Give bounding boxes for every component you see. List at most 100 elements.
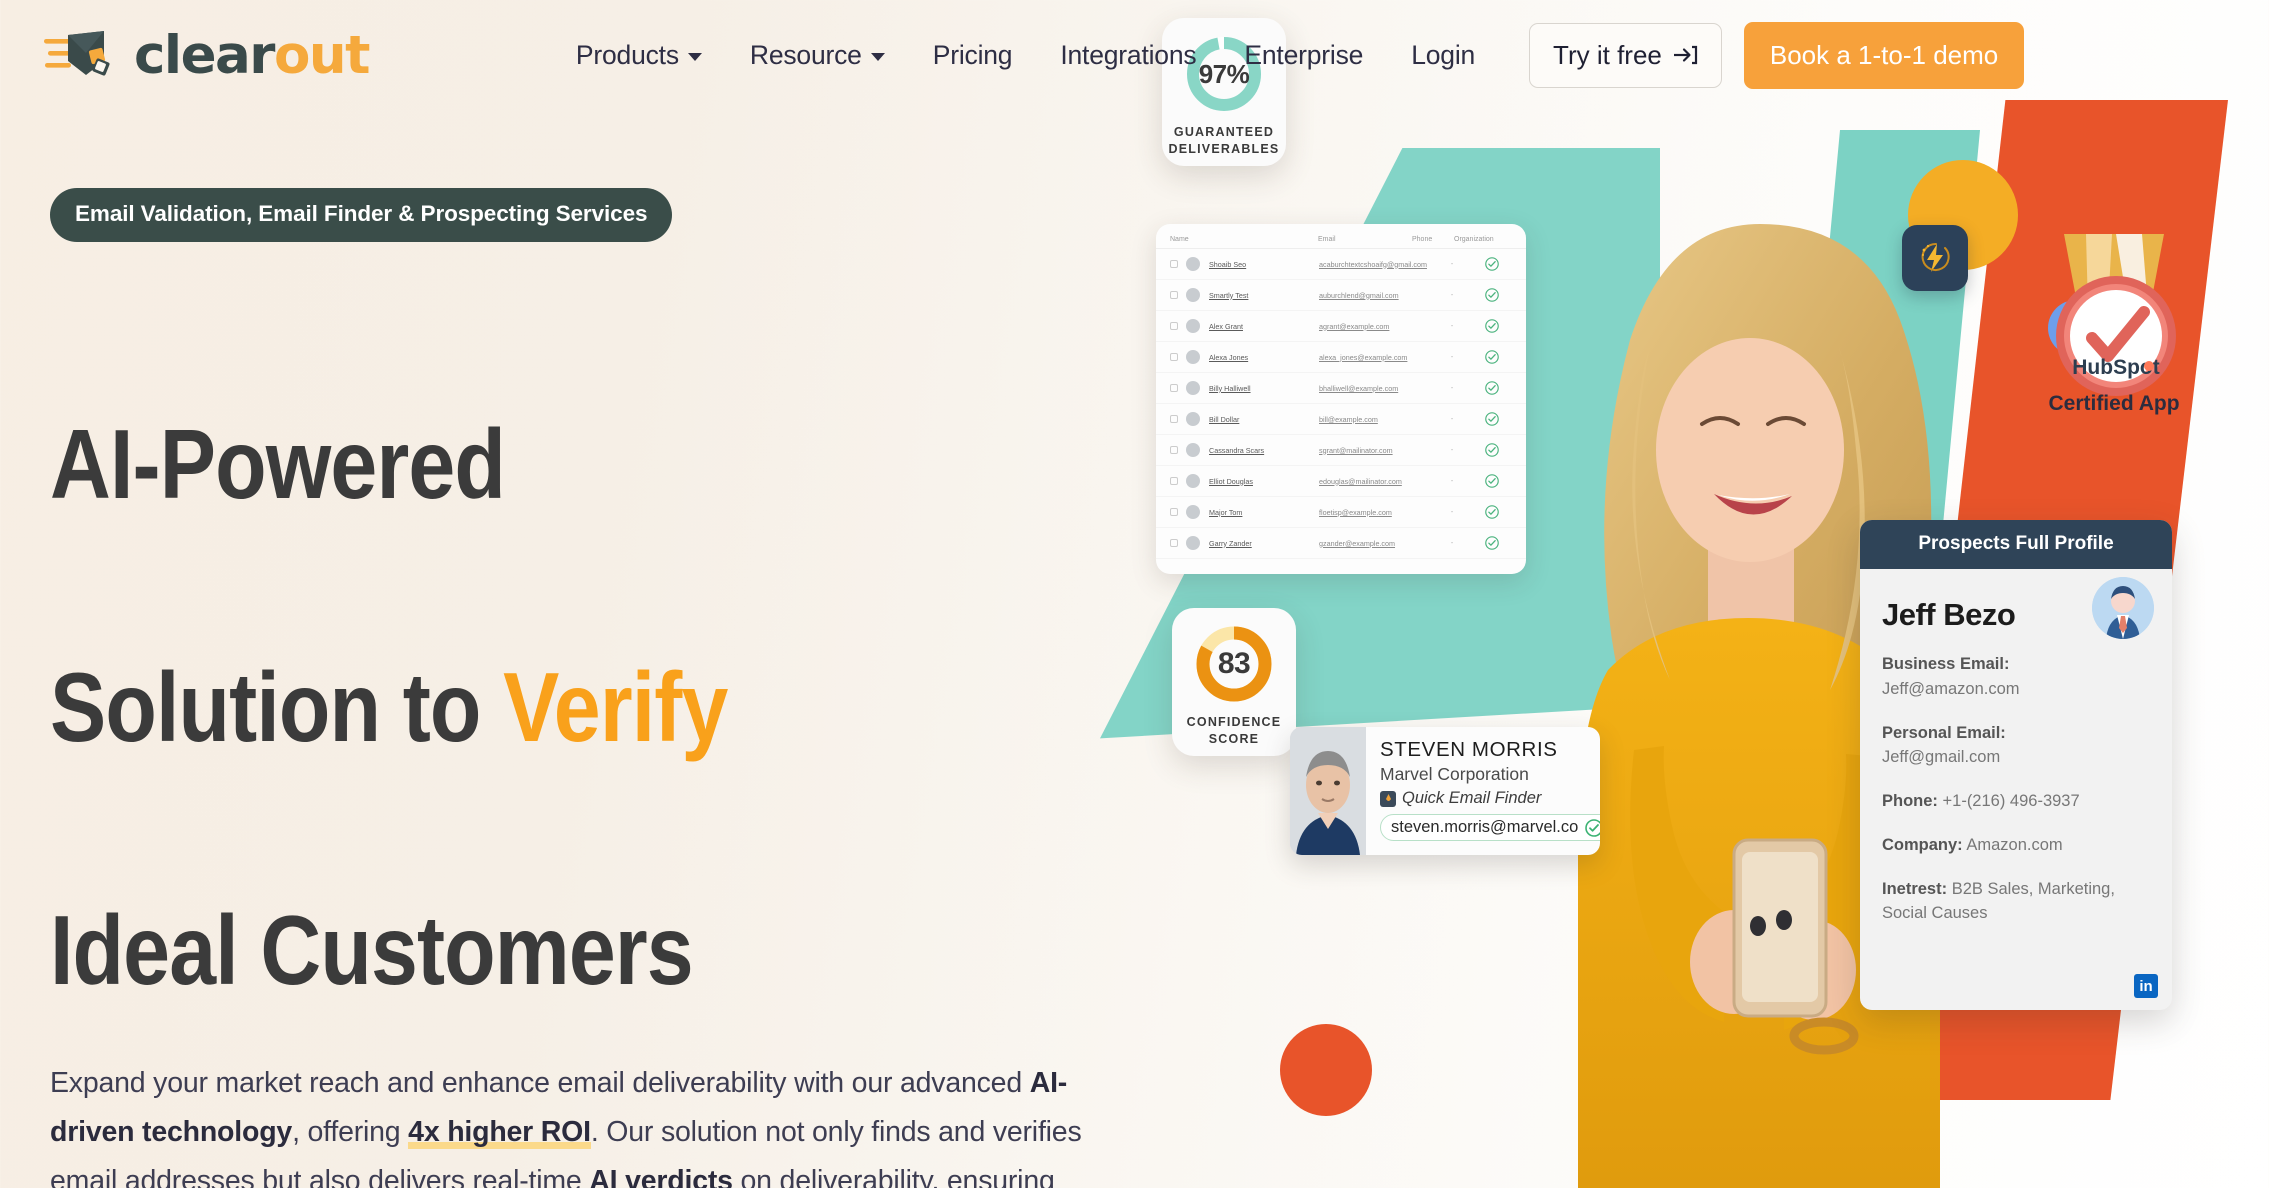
headline-line-2-pre: Solution to: [50, 651, 504, 762]
avatar: [1186, 474, 1200, 488]
row-checkbox[interactable]: [1170, 384, 1178, 392]
lightning-bolt-icon: [1921, 242, 1950, 272]
table-row[interactable]: Elliot Douglas edouglas@mailinator.com -: [1156, 466, 1526, 497]
red-circle-shape: [1280, 1024, 1372, 1116]
hero-paragraph: Expand your market reach and enhance ema…: [50, 1059, 1115, 1188]
row-checkbox[interactable]: [1170, 322, 1178, 330]
email-list-table-card: Name Email Phone Organization Shoaib Seo…: [1156, 224, 1526, 574]
table-row[interactable]: Cassandra Scars sgrant@mailinator.com -: [1156, 435, 1526, 466]
prospect-field: Business Email: Jeff@amazon.com: [1882, 652, 2150, 702]
col-name: Name: [1170, 236, 1189, 243]
table-row[interactable]: Alexa Jones alexa_jones@example.com -: [1156, 342, 1526, 373]
row-checkbox[interactable]: [1170, 291, 1178, 299]
row-checkbox[interactable]: [1170, 508, 1178, 516]
row-name: Alex Grant: [1209, 321, 1243, 331]
arrow-right-to-bracket-icon: [1673, 45, 1697, 65]
table-row[interactable]: Billy Halliwell bhalliwell@example.com -: [1156, 373, 1526, 404]
table-row[interactable]: Bill Dollar bill@example.com -: [1156, 404, 1526, 435]
row-checkbox[interactable]: [1170, 260, 1178, 268]
para-seg-2: , offering: [292, 1116, 409, 1149]
businessman-avatar-icon: [2092, 577, 2154, 639]
row-checkbox[interactable]: [1170, 353, 1178, 361]
nav-label: Resource: [749, 39, 862, 70]
row-checkbox[interactable]: [1170, 539, 1178, 547]
nav-label: Enterprise: [1244, 39, 1364, 70]
avatar: [1186, 350, 1200, 364]
ai-bolt-badge: [1902, 225, 1968, 291]
row-phone: -: [1450, 446, 1454, 454]
book-demo-button[interactable]: Book a 1-to-1 demo: [1743, 21, 2025, 89]
col-email: Email: [1318, 236, 1336, 243]
check-circle-icon: [1585, 818, 1600, 837]
check-circle-icon: [1485, 412, 1499, 426]
row-phone: -: [1450, 539, 1454, 547]
row-phone: -: [1450, 508, 1454, 516]
row-name: Alexa Jones: [1209, 352, 1249, 362]
row-phone: -: [1450, 322, 1454, 330]
nav-item-resource[interactable]: Resource: [726, 30, 909, 81]
prospect-fields: Business Email: Jeff@amazon.com Personal E…: [1882, 652, 2150, 926]
table-row[interactable]: Major Tom floetisp@example.com -: [1156, 497, 1526, 528]
nav-item-products[interactable]: Products: [552, 30, 726, 81]
person-photo: [1290, 727, 1366, 855]
para-seg-1: Expand your market reach and enhance ema…: [50, 1067, 1030, 1100]
prospects-full-profile-card: Prospects Full Profile Jeff Bezo Busines…: [1860, 520, 2172, 1010]
quick-finder-info: STEVEN MORRIS Marvel Corporation Quick E…: [1366, 727, 1600, 855]
check-circle-icon: [1485, 443, 1499, 457]
avatar: [1186, 288, 1200, 302]
check-circle-icon: [1485, 257, 1499, 271]
site-header: clearout Products Resource Pricing Integ…: [0, 0, 2269, 110]
row-name: Shoaib Seo: [1209, 259, 1247, 269]
row-email: agrant@example.com: [1319, 321, 1390, 331]
row-status-icon: [1472, 257, 1512, 271]
confidence-value: 83: [1217, 647, 1251, 681]
nav-item-pricing[interactable]: Pricing: [909, 30, 1037, 81]
row-checkbox[interactable]: [1170, 415, 1178, 423]
deliverables-label-1: GUARANTEED: [1173, 125, 1275, 140]
avatar: [1186, 443, 1200, 457]
table-row[interactable]: Garry Zander gzander@example.com -: [1156, 528, 1526, 559]
quick-email-finder-icon: [1380, 790, 1396, 807]
table-header-row: Name Email Phone Organization: [1156, 230, 1526, 249]
check-circle-icon: [1485, 319, 1499, 333]
linkedin-icon[interactable]: in: [2134, 974, 2158, 998]
row-email: acaburchtextcshoaifg@gmail.com: [1319, 259, 1427, 269]
row-name: Garry Zander: [1209, 538, 1252, 548]
contact-name: STEVEN MORRIS: [1380, 738, 1558, 761]
row-checkbox[interactable]: [1170, 477, 1178, 485]
nav-item-integrations[interactable]: Integrations: [1036, 30, 1220, 81]
check-circle-icon: [1485, 536, 1499, 550]
nav-item-login[interactable]: Login: [1387, 30, 1499, 81]
check-circle-icon: [1485, 350, 1499, 364]
prospect-field-key: Company:: [1882, 835, 1963, 854]
row-checkbox[interactable]: [1170, 446, 1178, 454]
row-name: Major Tom: [1209, 507, 1243, 517]
nav-label: Integrations: [1060, 39, 1197, 70]
deliverables-label: GUARANTEED DELIVERABLES: [1169, 124, 1280, 158]
row-phone: -: [1450, 477, 1454, 485]
prospect-field-value: Amazon.com: [1962, 835, 2063, 854]
envelope-speed-icon: [44, 31, 110, 76]
row-email: floetisp@example.com: [1319, 507, 1392, 517]
table-row[interactable]: Shoaib Seo acaburchtextcshoaifg@gmail.com…: [1156, 249, 1526, 280]
brand-logo[interactable]: clearout: [44, 27, 370, 83]
hero-content: Email Validation, Email Finder & Prospec…: [50, 188, 1150, 1188]
row-phone: -: [1450, 384, 1454, 392]
page-title: AI-Powered Solution to Verify Ideal Cust…: [50, 282, 996, 1011]
prospect-field-value: Jeff@gmail.com: [1882, 748, 2001, 767]
prospect-field: Phone: +1-(216) 496-3937: [1882, 789, 2150, 814]
chevron-down-icon: [870, 53, 885, 61]
row-status-icon: [1472, 350, 1512, 364]
row-status-icon: [1472, 474, 1512, 488]
nav-item-enterprise[interactable]: Enterprise: [1220, 30, 1387, 81]
table-row[interactable]: Alex Grant agrant@example.com -: [1156, 311, 1526, 342]
try-it-free-label: Try it free: [1553, 39, 1662, 70]
headline-line-1: AI-Powered: [50, 408, 506, 519]
avatar: [1186, 381, 1200, 395]
try-it-free-button[interactable]: Try it free: [1529, 22, 1722, 88]
col-organization: Organization: [1454, 236, 1494, 243]
headline-accent-verify: Verify: [503, 651, 728, 762]
prospect-field-key: Personal Email:: [1882, 723, 2006, 742]
table-row[interactable]: Smartly Test auburchlend@gmail.com -: [1156, 280, 1526, 311]
col-phone: Phone: [1412, 236, 1433, 243]
